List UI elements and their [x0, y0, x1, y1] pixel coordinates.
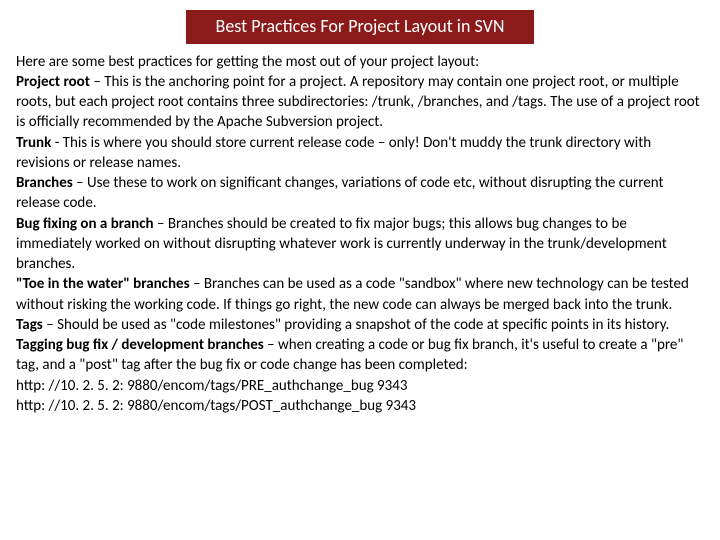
text: Should be used as "code milestones" prov… — [57, 316, 669, 334]
slide: Best Practices For Project Layout in SVN… — [0, 0, 720, 540]
label: Project root — [16, 73, 90, 91]
body-text: Here are some best practices for getting… — [16, 52, 704, 417]
label: Tags — [16, 316, 43, 334]
sep: – — [73, 174, 87, 192]
label: Tagging bug fix / development branches — [16, 336, 264, 354]
item-branches: Branches – Use these to work on signific… — [16, 173, 704, 214]
text: This is the anchoring point for a projec… — [16, 73, 700, 132]
item-project-root: Project root – This is the anchoring poi… — [16, 72, 704, 133]
sep: – — [90, 73, 104, 91]
item-tagging-branches: Tagging bug fix / development branches –… — [16, 335, 704, 376]
url-pre-tag: http: //10. 2. 5. 2: 9880/encom/tags/PRE… — [16, 376, 704, 396]
item-toe-in-water: "Toe in the water" branches – Branches c… — [16, 274, 704, 315]
sep: – — [154, 215, 168, 233]
label: Bug fixing on a branch — [16, 215, 154, 233]
item-tags: Tags – Should be used as "code milestone… — [16, 315, 704, 335]
item-trunk: Trunk - This is where you should store c… — [16, 133, 704, 174]
text: This is where you should store current r… — [16, 134, 651, 172]
sep: – — [190, 275, 204, 293]
intro-line: Here are some best practices for getting… — [16, 52, 704, 72]
text: Use these to work on significant changes… — [16, 174, 663, 212]
sep: – — [43, 316, 57, 334]
sep: - — [51, 134, 62, 152]
slide-title: Best Practices For Project Layout in SVN — [186, 10, 535, 44]
sep: – — [264, 336, 278, 354]
label: Branches — [16, 174, 73, 192]
url-post-tag: http: //10. 2. 5. 2: 9880/encom/tags/POS… — [16, 396, 704, 416]
label: "Toe in the water" branches — [16, 275, 190, 293]
title-wrap: Best Practices For Project Layout in SVN — [16, 10, 704, 44]
label: Trunk — [16, 134, 51, 152]
item-bug-fixing-branch: Bug fixing on a branch – Branches should… — [16, 214, 704, 275]
